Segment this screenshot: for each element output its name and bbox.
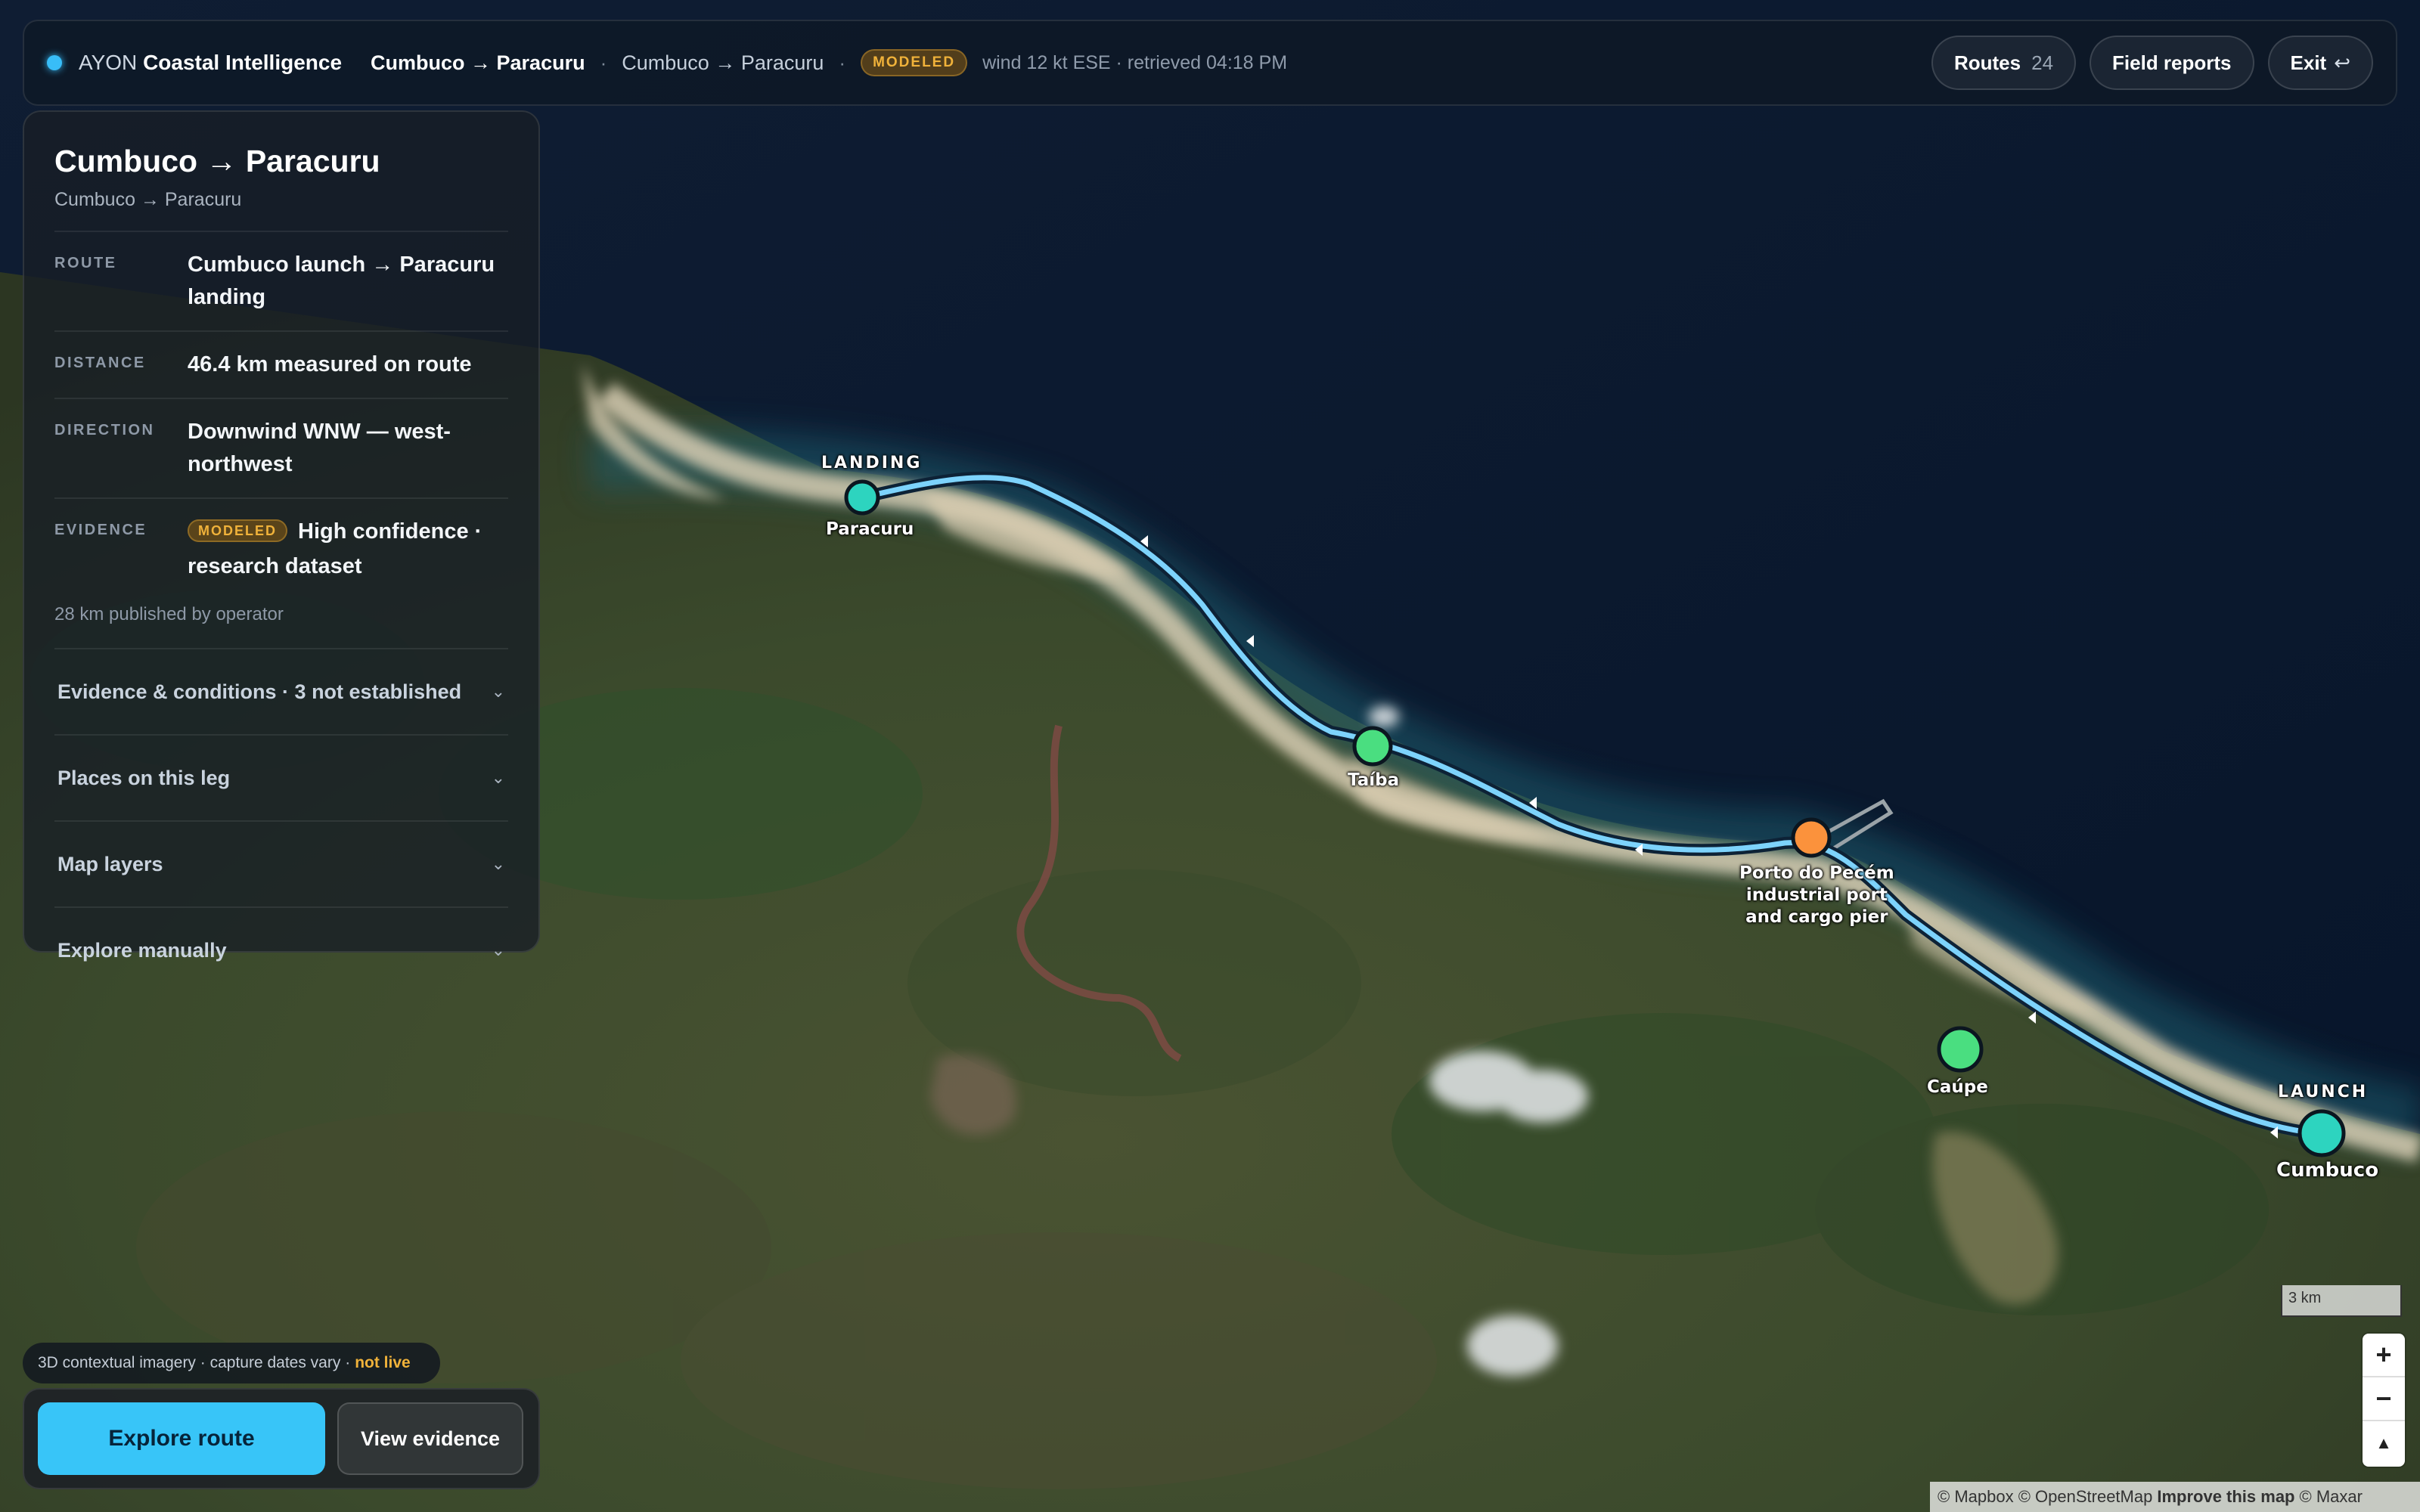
published-distance-note: 28 km published by operator	[54, 604, 284, 624]
detail-row-evidence: EVIDENCE MODELED High confidence · resear…	[54, 497, 508, 600]
separator: ·	[839, 51, 846, 74]
section-label: Evidence & conditions · 3 not establishe…	[57, 680, 462, 703]
explore-route-button[interactable]: Explore route	[38, 1402, 325, 1475]
section-label: Places on this leg	[57, 766, 231, 789]
top-bar: AYON Coastal Intelligence Cumbuco → Para…	[23, 20, 2397, 106]
field-reports-button[interactable]: Field reports	[2090, 36, 2254, 90]
detail-value: 46.4 km measured on route	[188, 352, 472, 376]
detail-key: DISTANCE	[54, 355, 146, 371]
section-label: Map layers	[57, 852, 163, 875]
chevron-down-icon: ⌄	[491, 940, 505, 959]
section-explore-manually[interactable]: Explore manually ⌄	[54, 906, 508, 993]
route-title: Cumbuco → Paracuru	[371, 51, 585, 74]
brand-prefix: AYON	[79, 51, 138, 74]
label-pecem-line-3: and cargo pier	[1745, 907, 1888, 927]
detail-value: MODELED High confidence · research datase…	[188, 516, 508, 583]
chevron-down-icon: ⌄	[491, 854, 505, 873]
detail-key: ROUTE	[54, 255, 117, 271]
map-attribution: © Mapbox © OpenStreetMap Improve this ma…	[1930, 1482, 2420, 1512]
detail-row-route: ROUTE Cumbuco launch → Paracuru landing	[54, 231, 508, 330]
section-label: Explore manually	[57, 938, 227, 962]
label-paracuru: Paracuru	[826, 519, 914, 539]
detail-row-distance: DISTANCE 46.4 km measured on route	[54, 330, 508, 398]
attribution-maxar[interactable]: © Maxar	[2300, 1487, 2363, 1507]
label-pecem-line-2: industrial port	[1745, 885, 1888, 905]
imagery-note-text: 3D contextual imagery · capture dates va…	[38, 1354, 351, 1371]
detail-row-direction: DIRECTION Downwind WNW — west-northwest	[54, 398, 508, 497]
separator: ·	[600, 51, 607, 74]
view-evidence-button[interactable]: View evidence	[337, 1402, 523, 1475]
label-pecem: Porto do Pecém industrial port and cargo…	[1739, 863, 1894, 928]
live-status: not live	[355, 1354, 411, 1371]
marker-caupe[interactable]	[1937, 1026, 1984, 1073]
label-pecem-line-1: Porto do Pecém	[1739, 863, 1894, 883]
marker-cumbuco[interactable]	[2297, 1109, 2346, 1157]
section-evidence-conditions[interactable]: Evidence & conditions · 3 not establishe…	[54, 648, 508, 734]
chevron-down-icon: ⌄	[491, 682, 505, 701]
panel-title: Cumbuco → Paracuru	[54, 144, 380, 178]
conditions-text: wind 12 kt ESE · retrieved 04:18 PM	[982, 51, 1288, 73]
detail-key: EVIDENCE	[54, 522, 147, 538]
route-subtitle: Cumbuco → Paracuru	[622, 51, 824, 74]
zoom-in-button[interactable]: +	[2363, 1334, 2405, 1377]
route-details-panel: Cumbuco → Paracuru Cumbuco → Paracuru RO…	[23, 110, 540, 962]
marker-taiba[interactable]	[1352, 726, 1393, 767]
routes-button[interactable]: Routes 24	[1931, 36, 2077, 90]
scale-bar: 3 km	[2281, 1285, 2402, 1317]
attribution-text[interactable]: © Mapbox © OpenStreetMap	[1938, 1487, 2152, 1507]
brand[interactable]: AYON Coastal Intelligence	[79, 51, 342, 75]
section-map-layers[interactable]: Map layers ⌄	[54, 820, 508, 906]
marker-pecem[interactable]	[1791, 817, 1832, 858]
section-places[interactable]: Places on this leg ⌄	[54, 734, 508, 820]
detail-key: DIRECTION	[54, 422, 155, 438]
zoom-controls: + − ▲	[2363, 1334, 2405, 1467]
exit-icon: ↩	[2334, 51, 2350, 74]
label-taiba: Taíba	[1348, 770, 1400, 790]
status-dot-icon	[47, 55, 62, 70]
label-caupe: Caúpe	[1927, 1077, 1988, 1097]
routes-label: Routes	[1953, 51, 2021, 74]
improve-map-link[interactable]: Improve this map	[2157, 1487, 2294, 1507]
exit-label: Exit	[2290, 51, 2327, 74]
chevron-down-icon: ⌄	[491, 768, 505, 787]
panel-subtitle: Cumbuco → Paracuru	[54, 189, 242, 210]
routes-count: 24	[2031, 51, 2054, 74]
detail-value: Cumbuco launch → Paracuru landing	[188, 253, 495, 309]
detail-value: Downwind WNW — west-northwest	[188, 420, 451, 476]
action-bar: Explore route View evidence	[23, 1388, 540, 1489]
compass-icon[interactable]: ▲	[2363, 1421, 2405, 1465]
imagery-note: 3D contextual imagery · capture dates va…	[23, 1343, 440, 1383]
landing-tag: LANDING	[821, 454, 923, 472]
marker-paracuru[interactable]	[844, 479, 880, 516]
zoom-out-button[interactable]: −	[2363, 1377, 2405, 1421]
label-cumbuco: Cumbuco	[2276, 1159, 2379, 1182]
evidence-badge: MODELED	[188, 519, 287, 542]
evidence-badge: MODELED	[861, 49, 968, 76]
launch-tag: LAUNCH	[2278, 1083, 2369, 1101]
exit-button[interactable]: Exit ↩	[2267, 36, 2373, 90]
brand-name: Coastal Intelligence	[143, 51, 343, 74]
